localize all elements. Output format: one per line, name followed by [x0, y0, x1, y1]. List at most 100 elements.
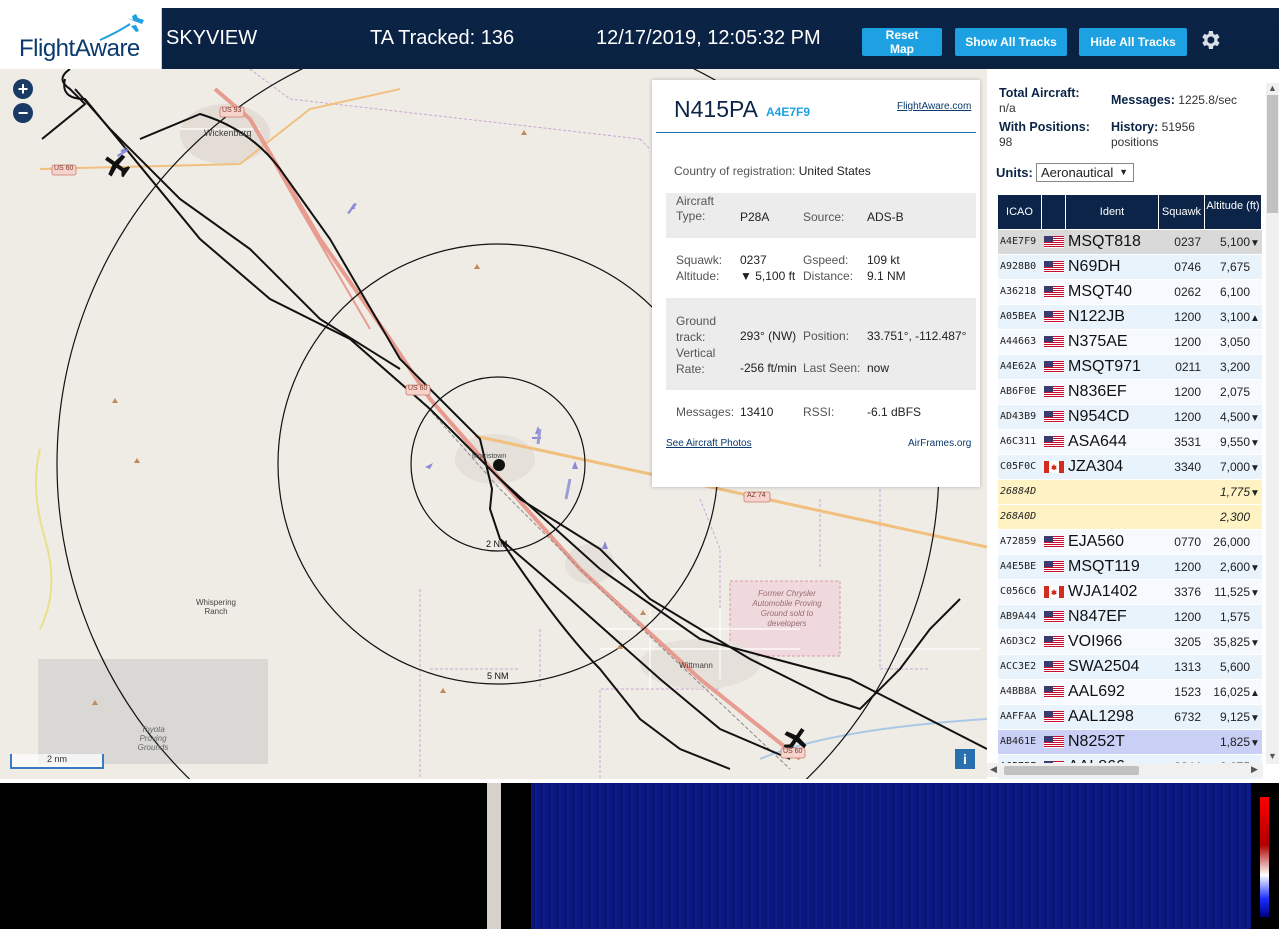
us-flag-icon: [1044, 636, 1064, 648]
ca-flag-icon: [1044, 586, 1064, 598]
table-row[interactable]: A928B0 N69DH 0746 7,675: [998, 255, 1262, 280]
cell-icao: A36218: [1000, 286, 1037, 297]
col-ident[interactable]: Ident: [1066, 195, 1159, 229]
aircraft-photos-link[interactable]: See Aircraft Photos: [666, 438, 752, 449]
reset-map-button[interactable]: Reset Map: [862, 28, 942, 56]
cell-flag: [1042, 530, 1066, 554]
col-icao[interactable]: ICAO: [998, 195, 1042, 229]
col-altitude[interactable]: Altitude (ft): [1205, 195, 1262, 229]
selected-ident: N415PA: [674, 96, 758, 122]
cell-flag: [1042, 405, 1066, 429]
col-squawk[interactable]: Squawk: [1159, 195, 1205, 229]
altitude-value: 7,000: [1219, 460, 1250, 474]
table-row[interactable]: A36218 MSQT40 0262 6,100: [998, 280, 1262, 305]
vrate-label: Vertical Rate:: [676, 346, 716, 376]
messages-value: 13410: [740, 405, 774, 419]
cell-ident: N8252T: [1068, 733, 1125, 750]
hide-all-tracks-button[interactable]: Hide All Tracks: [1079, 28, 1187, 56]
flightaware-link[interactable]: FlightAware.com: [897, 101, 971, 112]
cell-flag: [1042, 680, 1066, 704]
altitude-value: 2,300: [1219, 510, 1250, 524]
table-row[interactable]: A4E62A MSQT971 0211 3,200: [998, 355, 1262, 380]
altitude-value: 7,675: [1219, 260, 1250, 274]
altitude-value: 4,500: [1219, 410, 1250, 424]
table-row[interactable]: 268A0D 2,300: [998, 505, 1262, 530]
show-all-tracks-button[interactable]: Show All Tracks: [955, 28, 1067, 56]
cell-squawk: 3376: [1174, 585, 1201, 599]
altitude-value: 1,775: [1219, 485, 1250, 499]
cell-altitude: 11,525▼: [1205, 580, 1262, 604]
selected-hex[interactable]: A4E7F9: [766, 105, 810, 119]
clock-datetime: 12/17/2019, 12:05:32 PM: [596, 27, 821, 49]
source-value: ADS-B: [867, 210, 904, 224]
map-scale-bar: 2 nm: [10, 754, 104, 769]
cell-altitude: 9,125▼: [1205, 705, 1262, 729]
table-row[interactable]: C05F0C JZA304 3340 7,000▼: [998, 455, 1262, 480]
table-row[interactable]: A4E7F9 MSQT818 0237 5,100▼: [998, 230, 1262, 255]
us-flag-icon: [1044, 261, 1064, 273]
altitude-trend-icon: ▼: [1250, 238, 1260, 249]
panel-divider[interactable]: [487, 783, 501, 929]
cell-flag: [1042, 355, 1066, 379]
horizontal-scroll-thumb[interactable]: [1004, 766, 1139, 775]
info-icon[interactable]: i: [955, 749, 975, 769]
table-row[interactable]: A4E5BE MSQT119 1200 2,600▼: [998, 555, 1262, 580]
aircraft-list-panel: Total Aircraft: n/a Messages: 1225.8/sec…: [987, 69, 1279, 780]
cell-ident: AAL692: [1068, 683, 1125, 700]
table-row[interactable]: A44663 N375AE 1200 3,050: [998, 330, 1262, 355]
tracked-count: TA Tracked: 136: [370, 27, 515, 49]
cell-flag: [1042, 730, 1066, 754]
town-morristown: Morristown: [472, 453, 507, 460]
flightaware-logo[interactable]: FlightAware: [0, 8, 162, 69]
table-row[interactable]: AB461E N8252T 1,825▼: [998, 730, 1262, 755]
table-row[interactable]: A6C311 ASA644 3531 9,550▼: [998, 430, 1262, 455]
selected-aircraft-panel: N415PA A4E7F9 FlightAware.com Country of…: [652, 80, 980, 487]
table-row[interactable]: A6D3C2 VOI966 3205 35,825▼: [998, 630, 1262, 655]
table-row[interactable]: ACC3E2 SWA2504 1313 5,600: [998, 655, 1262, 680]
altitude-value: 16,025: [1213, 685, 1250, 699]
altitude-trend-icon: ▼: [1250, 638, 1260, 649]
header-bar: FlightAware SKYVIEW TA Tracked: 136 12/1…: [0, 8, 1279, 69]
table-row[interactable]: C056C6 WJA1402 3376 11,525▼: [998, 580, 1262, 605]
vertical-scroll-thumb[interactable]: [1267, 95, 1278, 213]
cell-squawk: [1159, 480, 1205, 504]
cell-flag: [1042, 480, 1066, 504]
spectrum-view: [0, 783, 487, 929]
vertical-scrollbar[interactable]: ▲ ▼: [1266, 83, 1279, 764]
us-flag-icon: [1044, 736, 1064, 748]
seen-label: Last Seen:: [803, 361, 861, 375]
table-row[interactable]: AAFFAA AAL1298 6732 9,125▼: [998, 705, 1262, 730]
divider: [656, 132, 976, 133]
squawk-label: Squawk:: [676, 253, 723, 267]
table-row[interactable]: AB9A44 N847EF 1200 1,575: [998, 605, 1262, 630]
scroll-down-icon[interactable]: ▼: [1268, 751, 1277, 761]
units-label: Units:: [996, 165, 1033, 180]
units-select[interactable]: Aeronautical ▼: [1036, 163, 1134, 182]
table-row[interactable]: AB6F0E N836EF 1200 2,075: [998, 380, 1262, 405]
col-flag[interactable]: [1042, 195, 1066, 229]
scroll-up-icon[interactable]: ▲: [1268, 83, 1277, 93]
cell-ident: VOI966: [1068, 633, 1123, 650]
altitude-value: 2,600: [1219, 560, 1250, 574]
type-label: Aircraft Type:: [676, 194, 715, 223]
table-row[interactable]: AD43B9 N954CD 1200 4,500▼: [998, 405, 1262, 430]
scroll-left-icon[interactable]: ◀: [990, 764, 997, 775]
table-row[interactable]: A05BEA N122JB 1200 3,100▲: [998, 305, 1262, 330]
table-row[interactable]: A4BB8A AAL692 1523 16,025▲: [998, 680, 1262, 705]
source-label: Source:: [803, 210, 845, 224]
us-flag-icon: [1044, 686, 1064, 698]
us-flag-icon: [1044, 311, 1064, 323]
zoom-out-icon[interactable]: −: [13, 103, 33, 123]
horizontal-scrollbar[interactable]: ◀ ▶: [987, 763, 1263, 777]
cell-squawk: [1159, 730, 1205, 754]
gear-icon[interactable]: [1198, 28, 1222, 52]
table-row[interactable]: 26884D 1,775▼: [998, 480, 1262, 505]
cell-squawk: 1523: [1174, 685, 1201, 699]
zoom-in-icon[interactable]: +: [13, 79, 33, 99]
waterfall-canvas: [531, 783, 1251, 929]
table-row[interactable]: A72859 EJA560 0770 26,000: [998, 530, 1262, 555]
cell-squawk: 1200: [1174, 385, 1201, 399]
airframes-link[interactable]: AirFrames.org: [908, 438, 971, 449]
cell-squawk: 0746: [1174, 260, 1201, 274]
scroll-right-icon[interactable]: ▶: [1251, 764, 1258, 775]
